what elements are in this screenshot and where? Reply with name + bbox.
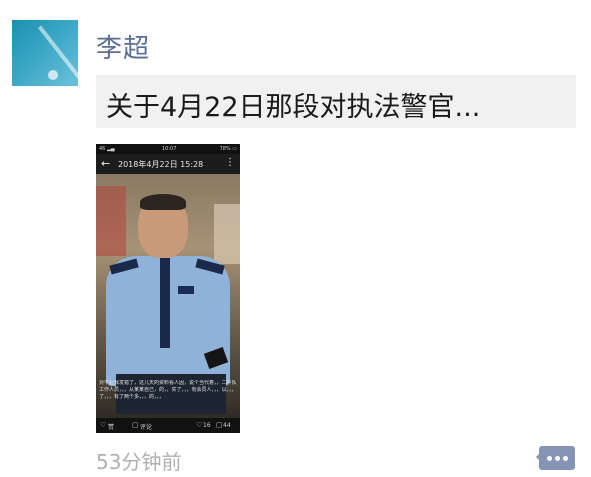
comment-bubble-icon[interactable] xyxy=(539,446,575,470)
comments-count: 44 xyxy=(223,422,231,429)
background-figure-right xyxy=(214,204,240,264)
like-icon: ♡ xyxy=(100,421,107,429)
phone-status-bar: 46 ▂▄ 10:07 78% ▭ xyxy=(96,144,240,154)
comment-dot xyxy=(563,456,568,461)
officer-hair xyxy=(140,194,186,210)
header-date: 2018年4月22日 15:28 xyxy=(118,160,204,169)
post-timestamp: 53分钟前 xyxy=(96,450,182,474)
post-text-box[interactable]: 关于4月22日那段对执法警官... xyxy=(96,75,576,128)
phone-footer: ♡ 赞 ▢ 评论 ♡ 16 ▢ 44 xyxy=(96,418,240,433)
avatar-decoration xyxy=(38,25,78,84)
user-name[interactable]: 李超 xyxy=(96,28,150,65)
officer-tie xyxy=(160,258,170,348)
likes-count: 16 xyxy=(203,422,211,429)
like-label: 赞 xyxy=(108,424,115,431)
avatar-decoration-dot xyxy=(48,70,58,80)
likes-count-icon: ♡ xyxy=(196,421,203,429)
comment-label: 评论 xyxy=(140,424,153,431)
image-caption: 对不起我发错了，这几天的资料看人因，说个当代着，，二中队工作人员，，，从某某自己… xyxy=(99,380,237,400)
status-time: 10:07 xyxy=(162,146,177,152)
comment-dot xyxy=(555,456,560,461)
avatar[interactable] xyxy=(12,20,78,86)
back-arrow-icon: ← xyxy=(101,157,111,170)
comment-icon: ▢ xyxy=(132,421,139,429)
background-figure xyxy=(96,186,126,256)
more-options-icon: ⋮ xyxy=(225,157,235,168)
comments-count-icon: ▢ xyxy=(216,421,223,429)
post-text: 关于4月22日那段对执法警官... xyxy=(106,92,481,123)
signal-indicator: 46 ▂▄ xyxy=(99,146,115,152)
post-image[interactable]: 46 ▂▄ 10:07 78% ▭ ← 2018年4月22日 15:28 ⋮ 对… xyxy=(96,144,240,433)
battery-indicator: 78% ▭ xyxy=(219,146,237,152)
comment-dot xyxy=(547,456,552,461)
officer-badge xyxy=(178,286,194,294)
phone-header: ← 2018年4月22日 15:28 ⋮ xyxy=(96,154,240,174)
